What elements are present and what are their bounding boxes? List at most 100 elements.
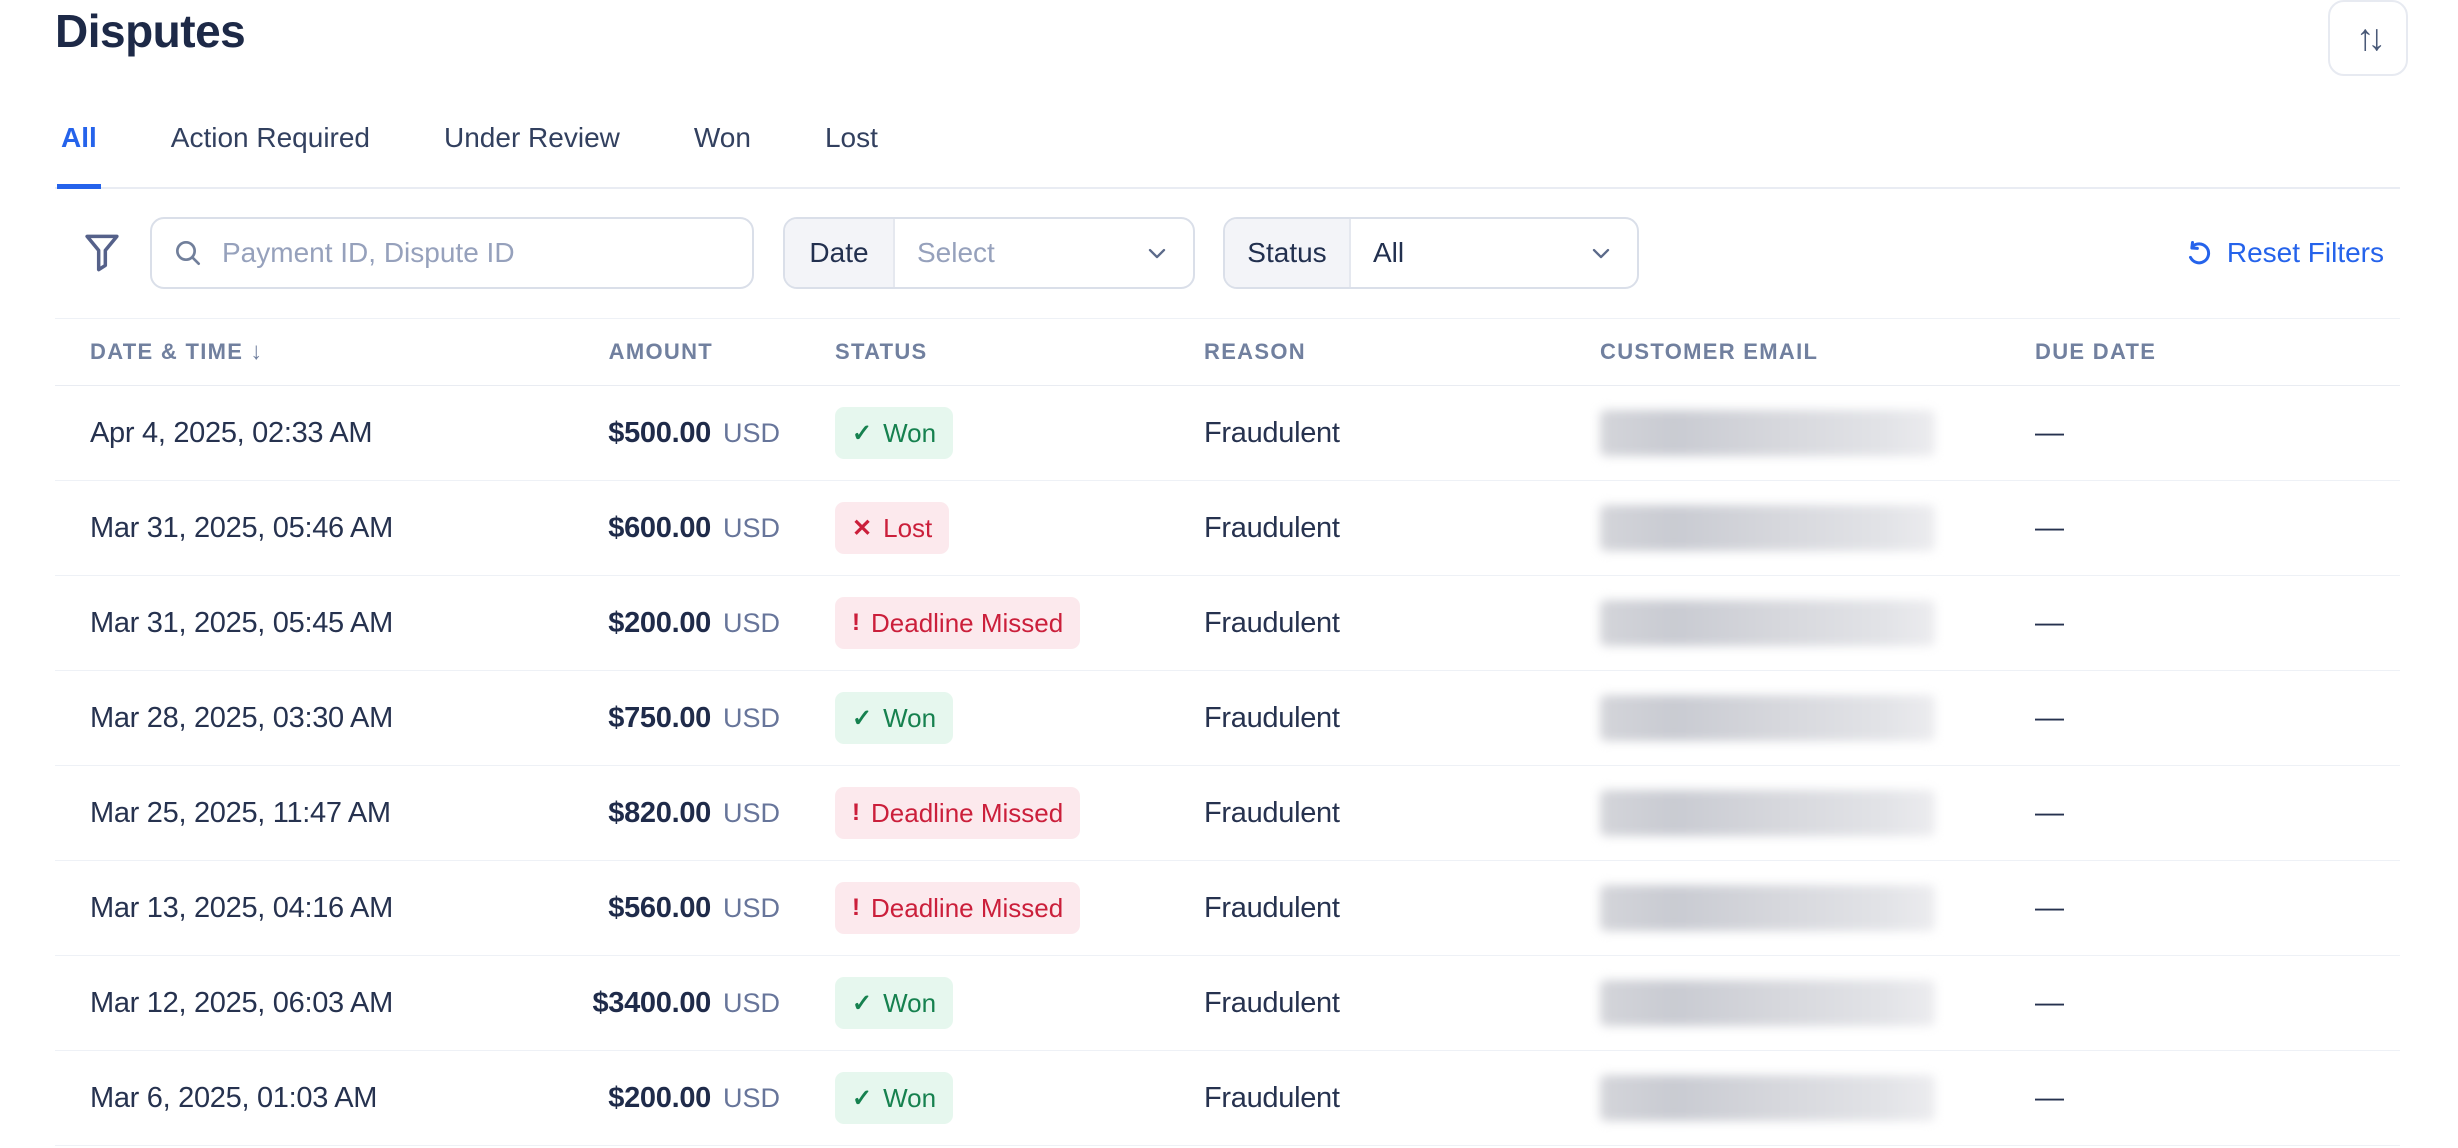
check-icon: ✓ <box>852 1084 872 1113</box>
dispute-currency: USD <box>723 893 785 924</box>
search-icon <box>172 237 204 269</box>
due-date: — <box>1980 797 2400 830</box>
table-row[interactable]: Mar 31, 2025, 05:46 AM $600.00 USD ✕ Los… <box>55 481 2400 576</box>
search-box <box>150 217 754 289</box>
tab-lost[interactable]: Lost <box>821 122 882 189</box>
customer-email-redacted <box>1600 885 1935 931</box>
dispute-amount: $500.00 <box>608 417 711 450</box>
status-badge: ✓ Won <box>835 692 953 744</box>
dispute-date: Mar 31, 2025, 05:46 AM <box>55 512 415 545</box>
tab-label: Lost <box>825 122 878 153</box>
tab-all[interactable]: All <box>57 122 101 189</box>
status-filter[interactable]: Status All <box>1223 217 1639 289</box>
customer-email-redacted <box>1600 980 1935 1026</box>
tab-action-required[interactable]: Action Required <box>167 122 374 189</box>
status-label: Won <box>883 703 936 734</box>
dispute-amount: $200.00 <box>608 1082 711 1115</box>
dispute-reason: Fraudulent <box>1149 702 1545 735</box>
status-badge: ✓ Won <box>835 1072 953 1124</box>
status-label: Won <box>883 988 936 1019</box>
dispute-reason: Fraudulent <box>1149 512 1545 545</box>
date-filter-value: Select <box>917 237 995 269</box>
status-badge: ✓ Won <box>835 407 953 459</box>
sort-button[interactable]: ↑↓ <box>2328 0 2408 76</box>
dispute-currency: USD <box>723 608 785 639</box>
status-label: Deadline Missed <box>871 608 1063 639</box>
table-row[interactable]: Mar 25, 2025, 11:47 AM $820.00 USD ! Dea… <box>55 766 2400 861</box>
tab-label: All <box>61 122 97 153</box>
dispute-date: Mar 31, 2025, 05:45 AM <box>55 607 415 640</box>
table-row[interactable]: Mar 31, 2025, 05:45 AM $200.00 USD ! Dea… <box>55 576 2400 671</box>
dispute-date: Mar 28, 2025, 03:30 AM <box>55 702 415 735</box>
table-row[interactable]: Mar 13, 2025, 04:16 AM $560.00 USD ! Dea… <box>55 861 2400 956</box>
status-label: Lost <box>883 513 932 544</box>
date-filter[interactable]: Date Select <box>783 217 1195 289</box>
customer-email-redacted <box>1600 790 1935 836</box>
date-filter-label: Date <box>785 219 895 287</box>
dispute-reason: Fraudulent <box>1149 987 1545 1020</box>
dispute-currency: USD <box>723 703 785 734</box>
dispute-reason: Fraudulent <box>1149 417 1545 450</box>
due-date: — <box>1980 607 2400 640</box>
dispute-amount: $3400.00 <box>592 987 711 1020</box>
chevron-down-icon <box>1143 239 1171 267</box>
table-row[interactable]: Mar 6, 2025, 01:03 AM $200.00 USD ✓ Won … <box>55 1051 2400 1146</box>
due-date: — <box>1980 987 2400 1020</box>
status-badge: ✕ Lost <box>835 502 949 554</box>
sort-arrows-icon: ↑↓ <box>2356 17 2379 59</box>
due-date: — <box>1980 892 2400 925</box>
column-header-customer-email: CUSTOMER EMAIL <box>1545 339 1980 365</box>
disputes-page: Disputes ↑↓ All Action Required Under Re… <box>0 4 2458 1146</box>
dispute-currency: USD <box>723 513 785 544</box>
filter-funnel-button[interactable] <box>81 230 123 276</box>
table-row[interactable]: Mar 12, 2025, 06:03 AM $3400.00 USD ✓ Wo… <box>55 956 2400 1051</box>
due-date: — <box>1980 702 2400 735</box>
dispute-reason: Fraudulent <box>1149 1082 1545 1115</box>
dispute-date: Apr 4, 2025, 02:33 AM <box>55 417 415 450</box>
dispute-amount: $200.00 <box>608 607 711 640</box>
search-input[interactable] <box>220 236 732 270</box>
dispute-amount: $560.00 <box>608 892 711 925</box>
dispute-amount: $750.00 <box>608 702 711 735</box>
dispute-amount: $820.00 <box>608 797 711 830</box>
dispute-reason: Fraudulent <box>1149 607 1545 640</box>
table-body: Apr 4, 2025, 02:33 AM $500.00 USD ✓ Won … <box>55 386 2400 1146</box>
reset-filters-button[interactable]: Reset Filters <box>2184 237 2384 269</box>
check-icon: ✓ <box>852 419 872 448</box>
cross-icon: ✕ <box>852 514 872 543</box>
customer-email-redacted <box>1600 505 1935 551</box>
sort-desc-icon: ↓ <box>250 338 262 366</box>
dispute-date: Mar 6, 2025, 01:03 AM <box>55 1082 415 1115</box>
customer-email-redacted <box>1600 410 1935 456</box>
dispute-currency: USD <box>723 798 785 829</box>
status-filter-label: Status <box>1225 219 1351 287</box>
reset-refresh-icon <box>2184 238 2214 268</box>
check-icon: ✓ <box>852 989 872 1018</box>
tab-bar: All Action Required Under Review Won Los… <box>55 122 2400 189</box>
page-title: Disputes <box>55 4 2400 58</box>
due-date: — <box>1980 1082 2400 1115</box>
status-badge: ✓ Won <box>835 977 953 1029</box>
status-label: Won <box>883 1083 936 1114</box>
status-badge: ! Deadline Missed <box>835 882 1080 934</box>
check-icon: ✓ <box>852 704 872 733</box>
customer-email-redacted <box>1600 600 1935 646</box>
dispute-date: Mar 25, 2025, 11:47 AM <box>55 797 415 830</box>
dispute-currency: USD <box>723 1083 785 1114</box>
dispute-reason: Fraudulent <box>1149 892 1545 925</box>
table-header: DATE & TIME ↓ AMOUNT STATUS REASON CUSTO… <box>55 318 2400 386</box>
table-row[interactable]: Apr 4, 2025, 02:33 AM $500.00 USD ✓ Won … <box>55 386 2400 481</box>
due-date: — <box>1980 512 2400 545</box>
dispute-currency: USD <box>723 418 785 449</box>
status-badge: ! Deadline Missed <box>835 787 1080 839</box>
tab-won[interactable]: Won <box>690 122 755 189</box>
status-label: Won <box>883 418 936 449</box>
status-badge: ! Deadline Missed <box>835 597 1080 649</box>
dispute-amount: $600.00 <box>608 512 711 545</box>
column-header-date-time[interactable]: DATE & TIME ↓ <box>55 338 415 366</box>
customer-email-redacted <box>1600 1075 1935 1121</box>
table-row[interactable]: Mar 28, 2025, 03:30 AM $750.00 USD ✓ Won… <box>55 671 2400 766</box>
due-date: — <box>1980 417 2400 450</box>
tab-label: Under Review <box>444 122 620 153</box>
tab-under-review[interactable]: Under Review <box>440 122 624 189</box>
